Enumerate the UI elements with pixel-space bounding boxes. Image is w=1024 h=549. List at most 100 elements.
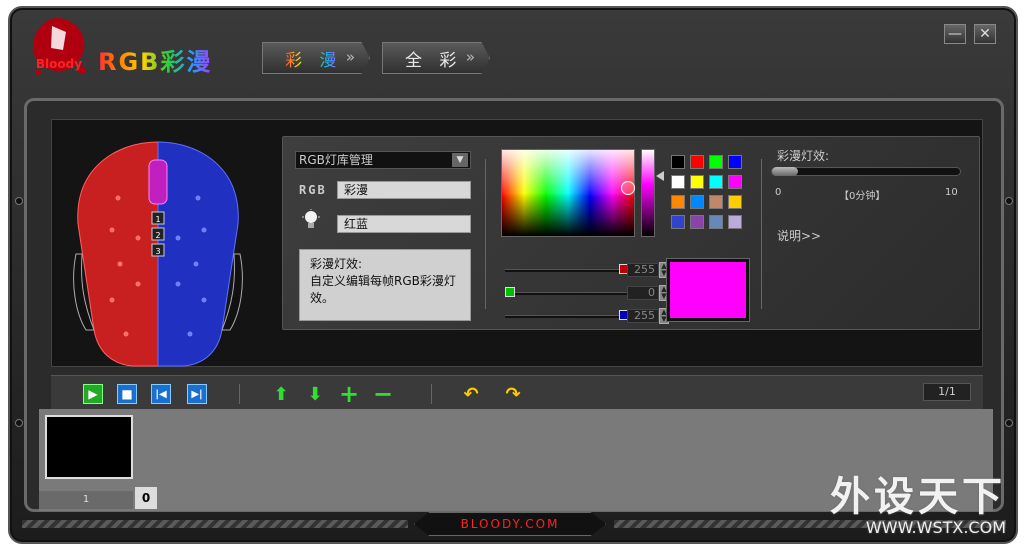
first-frame-button[interactable]: |◀ — [151, 384, 171, 404]
screw-icon — [1005, 197, 1013, 205]
watermark-title: 外设天下 — [830, 474, 1006, 520]
move-down-button[interactable]: ⬇ — [305, 383, 325, 405]
play-button[interactable]: ▶ — [83, 384, 103, 404]
library-select-value: RGB灯库管理 — [299, 153, 373, 167]
effect-min: 0 — [775, 187, 782, 198]
divider — [239, 384, 240, 404]
color-swatch[interactable] — [709, 215, 723, 229]
color-swatch[interactable] — [709, 155, 723, 169]
color-swatch[interactable] — [690, 195, 704, 209]
minus-icon: − — [372, 380, 394, 408]
color-swatch[interactable] — [671, 215, 685, 229]
app-title: RGB彩漫 — [98, 42, 212, 77]
svg-text:3: 3 — [155, 247, 160, 256]
mouse-image: 1 2 3 — [73, 141, 243, 367]
screw-icon — [1005, 419, 1013, 427]
brand-label: BLOODY.COM — [414, 512, 606, 536]
color-swatch[interactable] — [690, 155, 704, 169]
bloody-logo: Bloody — [32, 17, 86, 75]
red-value[interactable]: 255 — [627, 263, 659, 277]
redo-icon: ↷ — [505, 383, 521, 405]
frame-thumbnail[interactable] — [45, 415, 133, 479]
page-indicator: 1/1 — [923, 383, 971, 401]
tab-caiman[interactable]: 彩 漫 » — [262, 42, 370, 74]
rgb-name-field[interactable]: 彩漫 — [337, 181, 471, 199]
effect-title: 彩漫灯效: — [777, 149, 830, 163]
plus-icon: + — [338, 380, 360, 408]
svg-text:Bloody: Bloody — [36, 57, 82, 71]
close-button[interactable]: ✕ — [974, 24, 996, 44]
color-picker-cursor[interactable] — [621, 181, 635, 195]
color-swatch[interactable] — [671, 195, 685, 209]
stop-button[interactable]: ■ — [117, 384, 137, 404]
brightness-pointer-icon[interactable] — [656, 171, 664, 181]
green-slider-thumb[interactable] — [505, 287, 515, 297]
effect-slider-thumb[interactable] — [772, 167, 798, 176]
arrow-down-icon: ⬇ — [307, 383, 323, 405]
undo-icon: ↶ — [463, 383, 479, 405]
screw-icon — [15, 197, 23, 205]
tab-caiman-label: 彩 漫 — [285, 46, 342, 71]
skip-forward-icon: ▶| — [191, 388, 203, 400]
redo-button[interactable]: ↷ — [503, 383, 523, 405]
library-select[interactable]: RGB灯库管理 ▼ — [295, 151, 471, 169]
double-chevron-icon: » — [465, 48, 475, 66]
color-spectrum[interactable] — [501, 149, 635, 237]
frame-toolbar: ▶ ■ |◀ ▶| ⬆ ⬇ + − ↶ ↷ 1/1 — [51, 375, 983, 409]
red-slider[interactable] — [505, 264, 629, 274]
divider — [485, 159, 486, 309]
green-value[interactable]: 0 — [627, 286, 659, 300]
blue-slider[interactable] — [505, 310, 629, 320]
color-swatch[interactable] — [728, 175, 742, 189]
lightbulb-icon — [302, 209, 320, 228]
stop-icon: ■ — [121, 387, 133, 401]
site-watermark: 外设天下 WWW.WSTX.COM — [830, 464, 1006, 537]
play-icon: ▶ — [88, 387, 98, 401]
main-frame: 1 2 3 RGB灯库管理 ▼ RGB 彩漫 红蓝 彩漫灯效: 自定义编辑每帧R… — [15, 98, 1013, 512]
color-swatch[interactable] — [690, 215, 704, 229]
title-bar: Bloody RGB彩漫 彩 漫 » 全 彩 » — ✕ — [10, 8, 1016, 86]
screw-icon — [15, 419, 23, 427]
frame-number: 1 — [39, 491, 133, 509]
color-swatch[interactable] — [709, 195, 723, 209]
add-frame-button[interactable]: + — [339, 380, 359, 408]
color-swatch[interactable] — [671, 155, 685, 169]
effect-current: 【0分钟】 — [839, 191, 886, 202]
minimize-button[interactable]: — — [944, 24, 966, 44]
color-swatch[interactable] — [690, 175, 704, 189]
tab-quancai-label: 全 彩 — [405, 50, 463, 71]
color-swatch[interactable] — [728, 215, 742, 229]
color-swatch[interactable] — [728, 155, 742, 169]
light-name-field[interactable]: 红蓝 — [337, 215, 471, 233]
arrow-up-icon: ⬆ — [273, 383, 289, 405]
color-swatch[interactable] — [671, 175, 685, 189]
move-up-button[interactable]: ⬆ — [271, 383, 291, 405]
svg-text:1: 1 — [155, 215, 160, 224]
green-slider[interactable] — [505, 287, 629, 297]
skip-back-icon: |◀ — [155, 388, 167, 400]
color-preview — [666, 258, 750, 322]
editor-area: 1 2 3 RGB灯库管理 ▼ RGB 彩漫 红蓝 彩漫灯效: 自定义编辑每帧R… — [51, 119, 983, 367]
effect-duration-slider[interactable] — [771, 167, 961, 176]
double-chevron-icon: » — [345, 48, 355, 66]
rgb-label: RGB — [299, 183, 327, 197]
frame-duration[interactable]: 0 — [135, 487, 157, 509]
help-link[interactable]: 说明>> — [777, 227, 821, 244]
tab-quancai[interactable]: 全 彩 » — [382, 42, 490, 74]
dropdown-arrow-icon[interactable]: ▼ — [452, 153, 468, 167]
last-frame-button[interactable]: ▶| — [187, 384, 207, 404]
svg-text:2: 2 — [155, 231, 160, 240]
remove-frame-button[interactable]: − — [373, 380, 393, 408]
description-box: 彩漫灯效: 自定义编辑每帧RGB彩漫灯效。 — [299, 249, 471, 321]
brightness-bar[interactable] — [641, 149, 655, 237]
divider — [761, 159, 762, 309]
color-swatch[interactable] — [709, 175, 723, 189]
undo-button[interactable]: ↶ — [461, 383, 481, 405]
color-swatch[interactable] — [728, 195, 742, 209]
decorative-stripe — [22, 520, 408, 528]
description-text: 彩漫灯效: 自定义编辑每帧RGB彩漫灯效。 — [310, 257, 456, 305]
divider — [431, 384, 432, 404]
blue-value[interactable]: 255 — [627, 309, 659, 323]
color-swatches — [671, 155, 742, 229]
effect-max: 10 — [945, 187, 958, 198]
